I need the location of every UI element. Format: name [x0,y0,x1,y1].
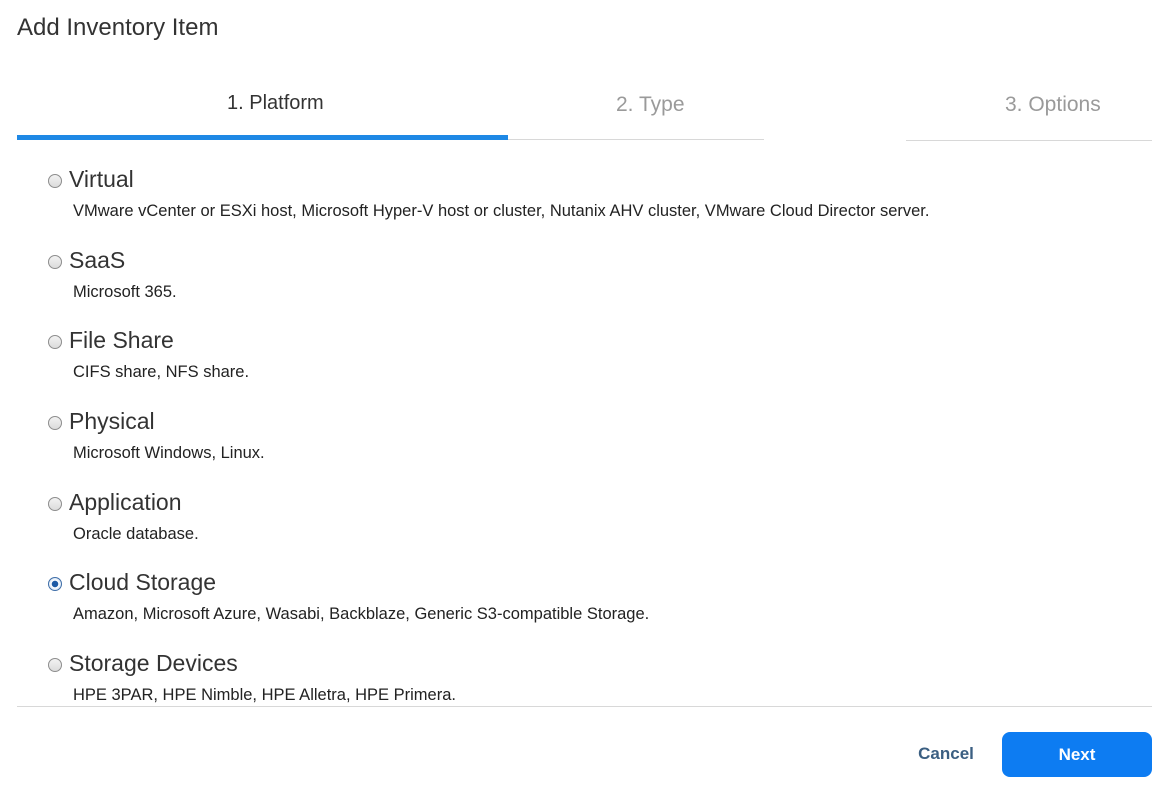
tab-platform[interactable]: 1. Platform [17,80,508,140]
tab-options[interactable]: 3. Options [906,80,1152,141]
option-physical[interactable]: Physical Microsoft Windows, Linux. [48,408,1148,489]
option-title[interactable]: Cloud Storage [69,569,216,596]
option-description: Microsoft Windows, Linux. [73,444,265,463]
radio-file-share[interactable] [48,335,62,350]
next-button[interactable]: Next [1002,732,1152,777]
footer-divider [17,706,1152,707]
radio-application[interactable] [48,496,62,511]
option-title[interactable]: Application [69,489,182,516]
option-description: CIFS share, NFS share. [73,363,250,382]
option-virtual[interactable]: Virtual VMware vCenter or ESXi host, Mic… [48,166,1148,247]
platform-options-list: Virtual VMware vCenter or ESXi host, Mic… [48,166,1148,731]
radio-virtual[interactable] [48,174,62,188]
option-title[interactable]: Storage Devices [69,650,238,677]
cancel-button[interactable]: Cancel [905,732,987,776]
option-title[interactable]: Virtual [69,166,134,193]
radio-cloud-storage[interactable] [48,577,62,592]
option-file-share[interactable]: File Share CIFS share, NFS share. [48,327,1148,408]
option-title[interactable]: Physical [69,408,155,435]
add-inventory-dialog: Add Inventory Item 1. Platform 2. Type 3… [0,0,1169,796]
tab-type-divider [508,139,764,140]
option-cloud-storage[interactable]: Cloud Storage Amazon, Microsoft Azure, W… [48,569,1148,650]
tab-options-divider [906,140,1152,141]
option-storage-devices[interactable]: Storage Devices HPE 3PAR, HPE Nimble, HP… [48,650,1148,731]
wizard-steps: 1. Platform 2. Type 3. Options [17,80,1152,141]
option-description: Microsoft 365. [73,282,177,301]
option-application[interactable]: Application Oracle database. [48,489,1148,570]
option-title[interactable]: File Share [69,327,174,354]
radio-physical[interactable] [48,416,62,431]
option-description: HPE 3PAR, HPE Nimble, HPE Alletra, HPE P… [73,686,456,705]
option-description: Oracle database. [73,524,199,543]
option-saas[interactable]: SaaS Microsoft 365. [48,247,1148,328]
option-description: Amazon, Microsoft Azure, Wasabi, Backbla… [73,605,650,624]
option-description: VMware vCenter or ESXi host, Microsoft H… [73,202,930,220]
dialog-title: Add Inventory Item [17,14,219,41]
tab-options-label: 3. Options [1005,93,1101,116]
tab-platform-active-indicator [17,135,508,140]
tab-type[interactable]: 2. Type [508,80,764,140]
radio-saas[interactable] [48,254,62,269]
option-title[interactable]: SaaS [69,247,125,274]
radio-storage-devices[interactable] [48,658,62,673]
tab-platform-label: 1. Platform [227,92,324,114]
tab-type-label: 2. Type [616,93,685,116]
